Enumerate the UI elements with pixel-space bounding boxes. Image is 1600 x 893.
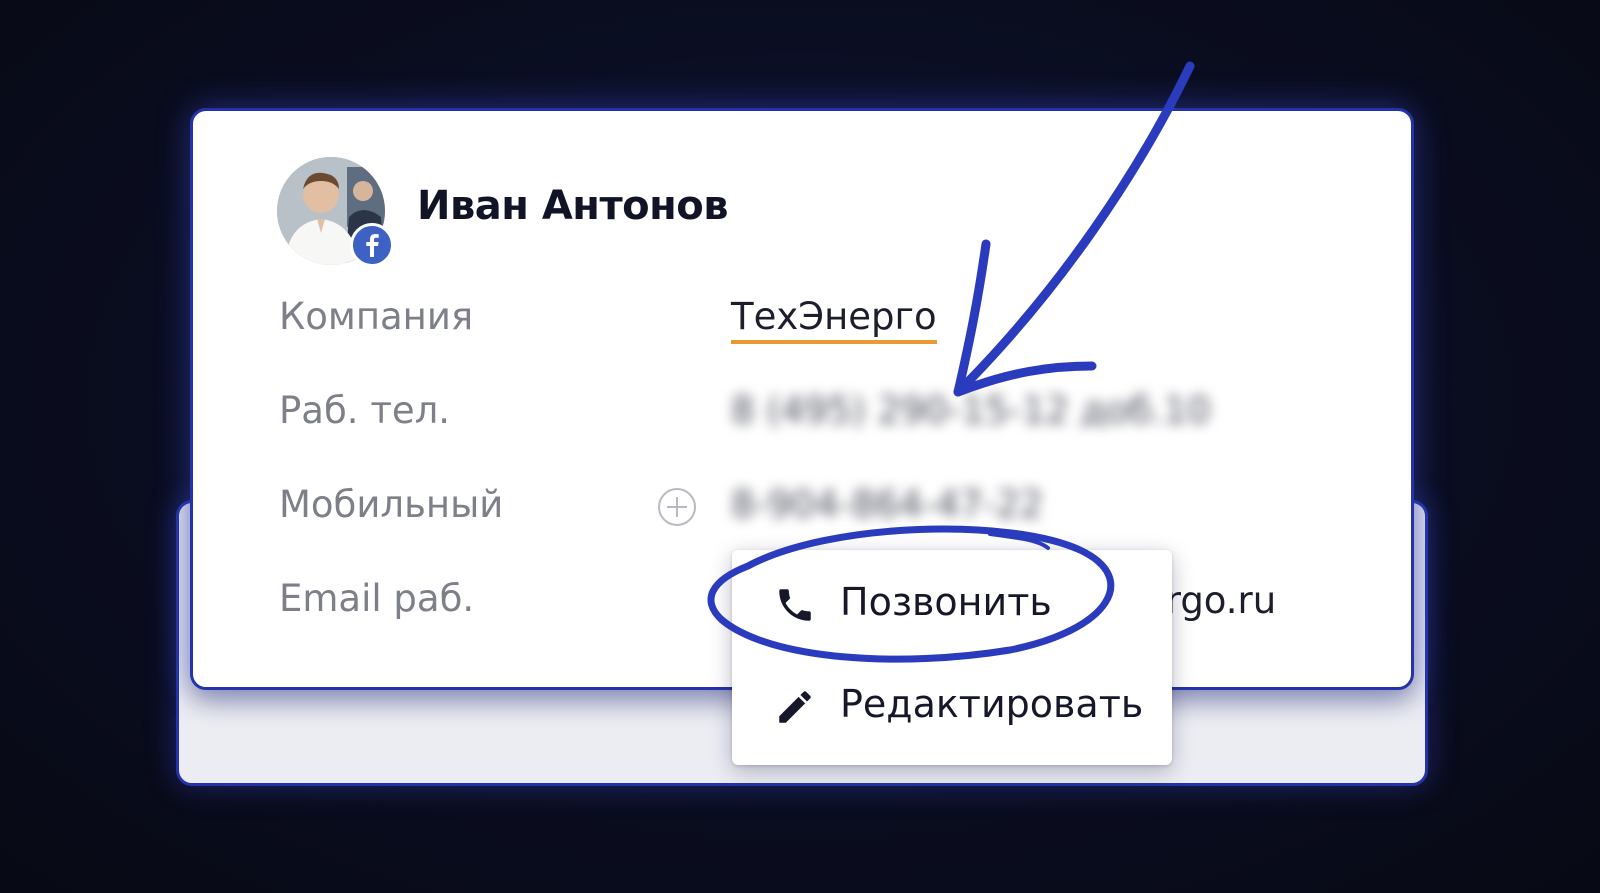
contact-name: Иван Антонов	[417, 183, 729, 229]
menu-item-call[interactable]: Позвонить	[732, 554, 1172, 654]
company-value[interactable]: ТехЭнерго	[731, 295, 937, 344]
work-phone-value[interactable]: 8 (495) 290-15-12 доб.10	[731, 389, 1211, 432]
work-phone-label: Раб. тел.	[279, 389, 451, 432]
company-link[interactable]: ТехЭнерго	[731, 295, 937, 344]
menu-item-call-label: Позвонить	[840, 580, 1052, 624]
menu-item-edit[interactable]: Редактировать	[732, 656, 1172, 756]
mobile-label: Мобильный	[279, 483, 504, 526]
work-email-label: Email раб.	[279, 577, 475, 620]
plus-circle-icon[interactable]	[657, 487, 697, 527]
company-label: Компания	[279, 295, 474, 338]
menu-item-edit-label: Редактировать	[840, 682, 1144, 726]
pencil-icon	[774, 686, 816, 728]
mobile-value[interactable]: 8-904-864-47-22	[731, 483, 1043, 526]
context-menu: Позвонить Редактировать	[732, 550, 1172, 765]
facebook-icon[interactable]	[350, 223, 394, 267]
phone-icon	[774, 584, 816, 626]
